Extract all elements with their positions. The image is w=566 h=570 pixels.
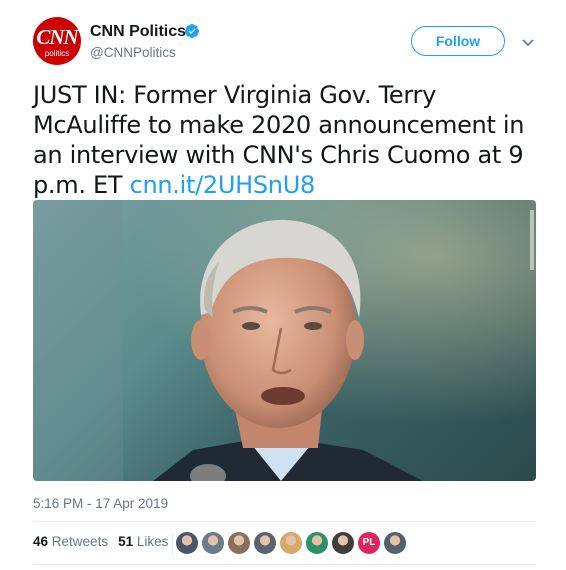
liker-avatar[interactable]	[332, 532, 354, 554]
tweet-card: CNN politics CNN Politics @CNNPolitics F…	[0, 0, 566, 570]
author-handle[interactable]: @CNNPolitics	[90, 45, 176, 60]
tweet-text: JUST IN: Former Virginia Gov. Terry McAu…	[33, 80, 543, 200]
chevron-down-icon[interactable]	[521, 38, 535, 48]
liker-avatar[interactable]	[384, 532, 406, 554]
tweet-timestamp[interactable]: 5:16 PM - 17 Apr 2019	[33, 496, 168, 511]
liker-avatar[interactable]	[254, 532, 276, 554]
retweets-label: Retweets	[51, 534, 109, 549]
tweet-link[interactable]: cnn.it/2UHSnU8	[130, 171, 316, 199]
tweet-stats: 46 Retweets 51 Likes	[33, 534, 168, 549]
author-avatar[interactable]: CNN politics	[33, 17, 81, 65]
likes-stat[interactable]: 51 Likes	[118, 534, 168, 549]
liker-avatar[interactable]	[306, 532, 328, 554]
likes-label: Likes	[136, 534, 169, 549]
cnn-logo-subtext: politics	[44, 49, 70, 58]
liker-avatar[interactable]	[202, 532, 224, 554]
liker-avatar[interactable]	[280, 532, 302, 554]
follow-button[interactable]: Follow	[411, 26, 505, 56]
tweet-photo[interactable]	[33, 200, 536, 481]
retweets-count: 46	[33, 534, 49, 549]
divider	[33, 564, 536, 565]
cnn-logo-text: CNN	[36, 25, 78, 49]
author-display-name[interactable]: CNN Politics	[90, 23, 186, 41]
divider	[33, 521, 536, 522]
liker-avatar[interactable]: PL	[358, 532, 380, 554]
liker-avatar[interactable]	[228, 532, 250, 554]
liker-avatar[interactable]	[176, 532, 198, 554]
retweets-stat[interactable]: 46 Retweets	[33, 534, 108, 549]
likes-count: 51	[118, 534, 134, 549]
verified-badge-icon	[184, 24, 199, 38]
portrait-image	[33, 200, 536, 481]
